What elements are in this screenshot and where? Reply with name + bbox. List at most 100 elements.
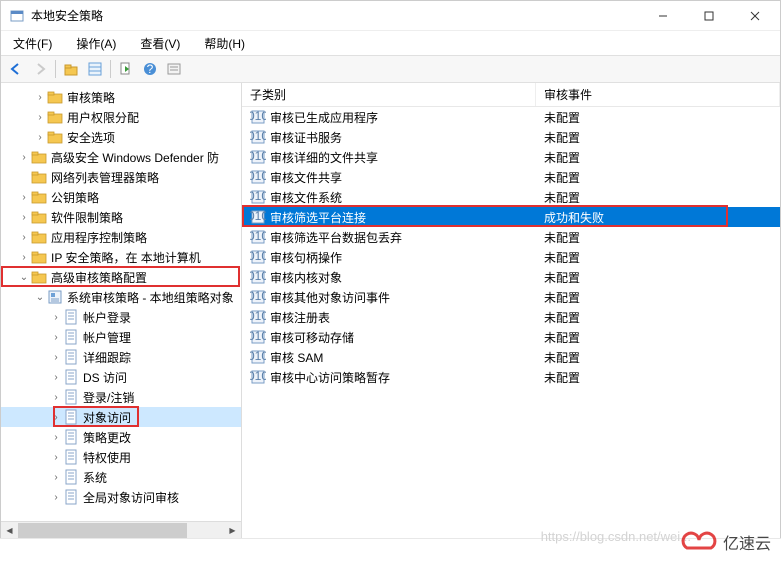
close-button[interactable]: [732, 1, 778, 31]
chevron-right-icon[interactable]: ›: [17, 250, 31, 264]
tree-item[interactable]: › 帐户管理: [1, 327, 241, 347]
folder-icon: [47, 289, 63, 305]
svg-text:010: 010: [250, 229, 266, 243]
tree-h-scrollbar[interactable]: ◀ ▶: [1, 521, 241, 538]
list-row[interactable]: 010审核其他对象访问事件未配置: [242, 287, 780, 307]
chevron-right-icon[interactable]: ›: [49, 370, 63, 384]
chevron-right-icon[interactable]: ›: [49, 470, 63, 484]
policy-doc-icon: [63, 469, 79, 485]
tree-pane[interactable]: ›审核策略›用户权限分配›安全选项›高级安全 Windows Defender …: [1, 83, 242, 561]
chevron-right-icon[interactable]: ›: [33, 110, 47, 124]
properties-button[interactable]: [163, 58, 185, 80]
tree-item-label: 详细跟踪: [83, 349, 131, 366]
list-row[interactable]: 010审核可移动存储未配置: [242, 327, 780, 347]
chevron-right-icon[interactable]: ›: [49, 330, 63, 344]
row-value: 未配置: [536, 189, 780, 206]
minimize-button[interactable]: [640, 1, 686, 31]
tree-item-label: 系统审核策略 - 本地组策略对象: [67, 289, 234, 306]
list-row[interactable]: 010审核内核对象未配置: [242, 267, 780, 287]
menu-view[interactable]: 查看(V): [134, 33, 186, 54]
list-row[interactable]: 010审核中心访问策略暂存未配置: [242, 367, 780, 387]
policy-doc-icon: [63, 489, 79, 505]
chevron-right-icon[interactable]: ›: [33, 90, 47, 104]
row-name: 审核筛选平台连接: [270, 209, 366, 226]
tree-item[interactable]: ›IP 安全策略，在 本地计算机: [1, 247, 241, 267]
tree-item-label: 系统: [83, 469, 107, 486]
list-row[interactable]: 010审核已生成应用程序未配置: [242, 107, 780, 127]
tree-item[interactable]: ⌄ 系统审核策略 - 本地组策略对象: [1, 287, 241, 307]
tree-item[interactable]: ›登录/注销: [1, 387, 241, 407]
tree-item[interactable]: ›审核策略: [1, 87, 241, 107]
back-button[interactable]: [5, 58, 27, 80]
help-toolbar-button[interactable]: ?: [139, 58, 161, 80]
menu-help[interactable]: 帮助(H): [198, 33, 251, 54]
folder-icon: [31, 229, 47, 245]
chevron-right-icon[interactable]: ›: [49, 410, 63, 424]
chevron-right-icon[interactable]: ›: [49, 490, 63, 504]
scroll-right-icon[interactable]: ▶: [224, 522, 241, 539]
tree-item[interactable]: ›应用程序控制策略: [1, 227, 241, 247]
row-name: 审核文件系统: [270, 189, 342, 206]
chevron-right-icon[interactable]: ›: [33, 130, 47, 144]
chevron-right-icon[interactable]: ›: [49, 450, 63, 464]
forward-button[interactable]: [29, 58, 51, 80]
list-row[interactable]: 010审核文件共享未配置: [242, 167, 780, 187]
up-level-button[interactable]: [60, 58, 82, 80]
chevron-right-icon[interactable]: ›: [49, 390, 63, 404]
list-row[interactable]: 010审核 SAM未配置: [242, 347, 780, 367]
tree-item[interactable]: ›软件限制策略: [1, 207, 241, 227]
chevron-right-icon[interactable]: ›: [17, 210, 31, 224]
policy-item-icon: 010: [250, 169, 266, 185]
row-name: 审核文件共享: [270, 169, 342, 186]
tree-item[interactable]: › 特权使用: [1, 447, 241, 467]
chevron-right-icon[interactable]: ›: [49, 430, 63, 444]
tree-item-label: DS 访问: [83, 369, 127, 386]
list-row[interactable]: 010审核注册表未配置: [242, 307, 780, 327]
chevron-right-icon[interactable]: ›: [17, 150, 31, 164]
list-row[interactable]: 010审核详细的文件共享未配置: [242, 147, 780, 167]
tree-item[interactable]: › 系统: [1, 467, 241, 487]
column-audit-event[interactable]: 审核事件: [536, 83, 780, 106]
menu-file[interactable]: 文件(F): [7, 33, 58, 54]
scroll-left-icon[interactable]: ◀: [1, 522, 18, 539]
list-row[interactable]: 010审核证书服务未配置: [242, 127, 780, 147]
row-value: 未配置: [536, 309, 780, 326]
list-row[interactable]: 010审核筛选平台连接成功和失败: [242, 207, 780, 227]
chevron-down-icon[interactable]: ⌄: [33, 290, 47, 304]
tree-item[interactable]: ›安全选项: [1, 127, 241, 147]
svg-text:010: 010: [250, 269, 266, 283]
tree-item[interactable]: ›用户权限分配: [1, 107, 241, 127]
menu-action[interactable]: 操作(A): [70, 33, 122, 54]
tree-item[interactable]: › DS 访问: [1, 367, 241, 387]
chevron-right-icon[interactable]: ›: [49, 350, 63, 364]
export-button[interactable]: [115, 58, 137, 80]
row-value: 未配置: [536, 369, 780, 386]
list-row[interactable]: 010审核文件系统未配置: [242, 187, 780, 207]
tree-item-label: 特权使用: [83, 449, 131, 466]
list-row[interactable]: 010审核筛选平台数据包丢弃未配置: [242, 227, 780, 247]
chevron-right-icon[interactable]: ›: [17, 230, 31, 244]
tree-item[interactable]: ›高级安全 Windows Defender 防: [1, 147, 241, 167]
tree-item[interactable]: › 详细跟踪: [1, 347, 241, 367]
tree-item[interactable]: ›公钥策略: [1, 187, 241, 207]
svg-text:010: 010: [250, 129, 266, 143]
tree-item[interactable]: ›策略更改: [1, 427, 241, 447]
chevron-right-icon[interactable]: ›: [17, 190, 31, 204]
maximize-button[interactable]: [686, 1, 732, 31]
chevron-down-icon[interactable]: ⌄: [17, 270, 31, 284]
tree-item[interactable]: 网络列表管理器策略: [1, 167, 241, 187]
row-name: 审核 SAM: [270, 349, 323, 366]
list-body[interactable]: 010审核已生成应用程序未配置010审核证书服务未配置010审核详细的文件共享未…: [242, 107, 780, 544]
watermark-url: https://blog.csdn.net/wei...: [541, 529, 691, 544]
svg-text:010: 010: [250, 109, 266, 123]
tree-item[interactable]: ⌄高级审核策略配置: [1, 267, 241, 287]
tree-item[interactable]: ›对象访问: [1, 407, 241, 427]
chevron-right-icon[interactable]: ›: [49, 310, 63, 324]
tree-item[interactable]: ›帐户登录: [1, 307, 241, 327]
tree-item[interactable]: ›全局对象访问审核: [1, 487, 241, 507]
tree-item-label: 帐户管理: [83, 329, 131, 346]
grid-view-button[interactable]: [84, 58, 106, 80]
column-subcategory[interactable]: 子类别: [242, 83, 536, 106]
svg-text:?: ?: [147, 62, 154, 76]
list-row[interactable]: 010审核句柄操作未配置: [242, 247, 780, 267]
